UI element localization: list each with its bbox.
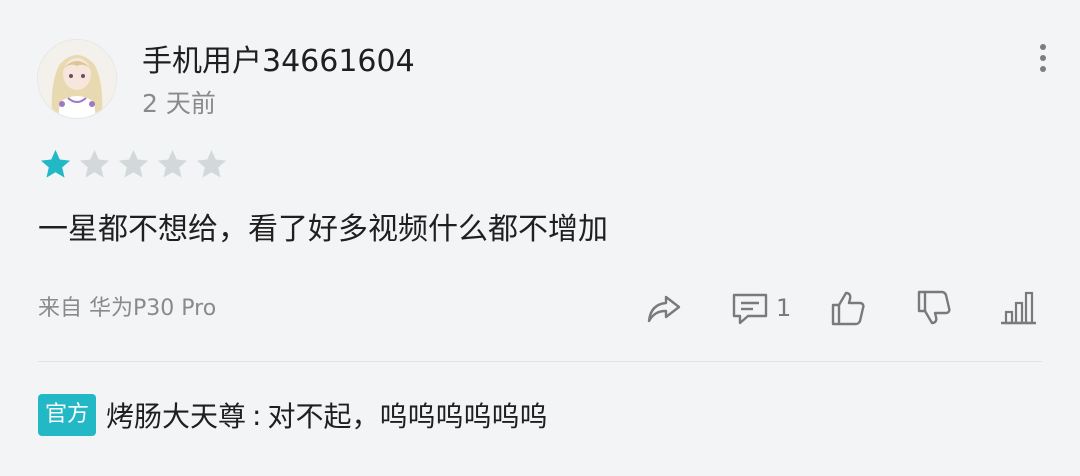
reply-separator: : (252, 398, 262, 432)
official-reply[interactable]: 官方 烤肠大天尊 : 对不起，呜呜呜呜呜呜 (38, 394, 547, 436)
dislike-button[interactable] (914, 286, 954, 330)
like-button[interactable] (828, 286, 868, 330)
reply-author[interactable]: 烤肠大天尊 (106, 395, 246, 435)
star-filled-icon (40, 149, 71, 178)
official-badge: 官方 (38, 394, 97, 436)
thumbs-up-icon (831, 291, 865, 326)
star-empty-icon (196, 149, 227, 178)
username[interactable]: 手机用户34661604 (142, 42, 415, 82)
comment-card: 手机用户34661604 2 天前 一星都不想给，看了好多视频什么都不增加 来自… (0, 0, 1080, 476)
comment-content: 一星都不想给，看了好多视频什么都不增加 (38, 212, 608, 247)
share-icon (647, 295, 681, 323)
reply-text: 对不起，呜呜呜呜呜呜 (267, 400, 548, 433)
star-rating (38, 147, 229, 182)
divider (38, 361, 1042, 362)
comment-icon (732, 293, 768, 325)
star-empty-icon (157, 149, 188, 178)
reply-count: 1 (776, 294, 792, 322)
post-time: 2 天前 (142, 89, 216, 118)
star-empty-icon (118, 149, 149, 178)
more-dot (1040, 66, 1046, 72)
more-options-button[interactable] (1030, 44, 1056, 72)
bar-chart-icon (1001, 291, 1036, 325)
avatar-image (38, 40, 116, 118)
star-empty-icon (79, 149, 110, 178)
avatar[interactable] (38, 40, 116, 118)
comment-button[interactable]: 1 (730, 286, 791, 330)
thumbs-down-icon (917, 290, 951, 325)
more-dot (1040, 55, 1046, 61)
stats-button[interactable] (998, 286, 1038, 330)
share-button[interactable] (644, 286, 684, 330)
device-source: 来自 华为P30 Pro (38, 296, 217, 321)
more-vertical-icon (1040, 44, 1046, 50)
